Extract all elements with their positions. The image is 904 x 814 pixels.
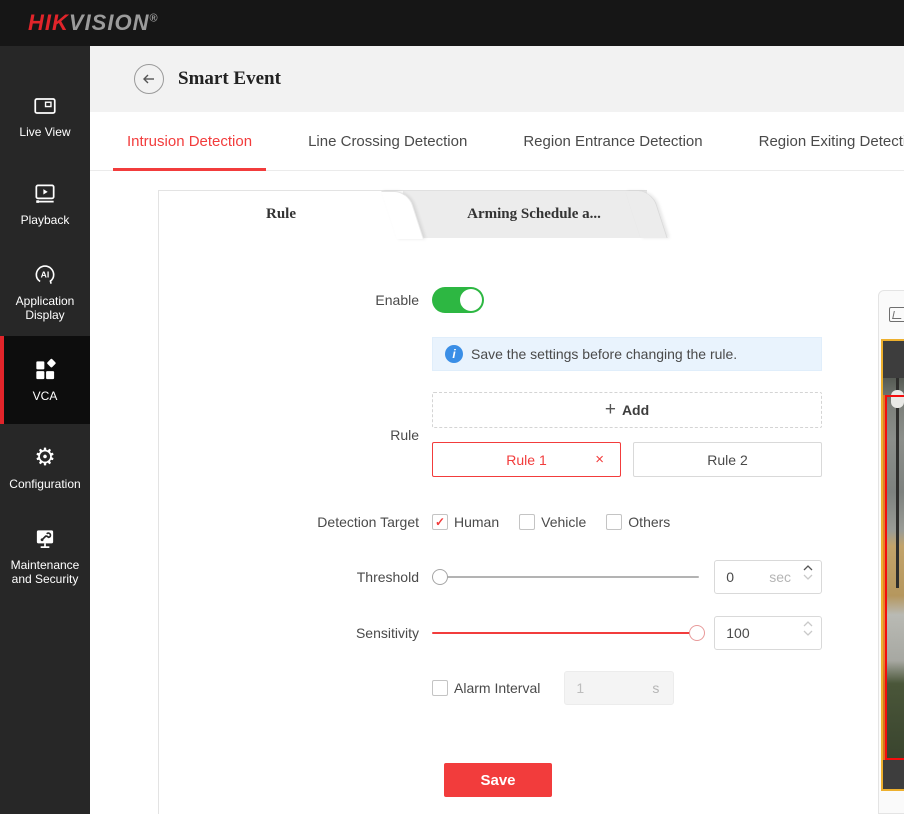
checkbox-vehicle[interactable]: Vehicle	[519, 514, 586, 530]
smart-event-tabbar: Intrusion Detection Line Crossing Detect…	[90, 112, 904, 171]
threshold-row: Threshold sec	[159, 560, 904, 594]
threshold-unit: sec	[769, 569, 791, 585]
sidebar-item-application-display[interactable]: AI Application Display	[0, 248, 90, 336]
spinner-down-icon[interactable]	[803, 630, 813, 636]
sidebar-item-label: Live View	[17, 125, 72, 139]
slider-track	[432, 576, 699, 578]
enable-label: Enable	[159, 292, 432, 308]
checkbox-unchecked	[606, 514, 622, 530]
spinner-up-icon[interactable]	[803, 621, 813, 627]
preview-toolbar	[879, 291, 904, 337]
live-view-icon	[32, 93, 58, 119]
threshold-input[interactable]	[715, 569, 767, 585]
add-rule-button[interactable]: + Add	[432, 392, 822, 428]
vca-icon	[32, 357, 58, 383]
info-message: Save the settings before changing the ru…	[471, 346, 737, 362]
logo-registered-mark: ®	[149, 13, 158, 25]
content-area: Rule Arming Schedule a... Enable i Save …	[90, 171, 904, 814]
toggle-knob	[460, 289, 482, 311]
sensitivity-row: Sensitivity	[159, 616, 904, 650]
tab-region-entrance-detection[interactable]: Region Entrance Detection	[509, 112, 716, 170]
info-icon: i	[445, 345, 463, 363]
rule-form: Enable i Save the settings before changi…	[159, 238, 904, 797]
threshold-label: Threshold	[159, 569, 432, 585]
alarm-interval-input[interactable]	[565, 680, 617, 696]
tab-intrusion-detection[interactable]: Intrusion Detection	[113, 112, 266, 170]
rule-2-button[interactable]: Rule 2	[633, 442, 822, 477]
logo-hik: HIK	[28, 10, 69, 35]
plus-icon: +	[605, 399, 616, 421]
playback-icon	[32, 181, 58, 207]
checkbox-unchecked	[519, 514, 535, 530]
sidebar-item-label: Application Display	[0, 294, 90, 322]
tab-rule[interactable]: Rule	[159, 190, 403, 238]
enable-row: Enable	[159, 287, 904, 313]
sensitivity-slider-handle[interactable]	[689, 625, 705, 641]
sidebar-item-configuration[interactable]: ⚙ Configuration	[0, 424, 90, 512]
alarm-interval-unit: s	[652, 680, 659, 696]
slider-fill	[432, 632, 699, 634]
sidebar-item-label: Playback	[19, 213, 72, 227]
sidebar-item-live-view[interactable]: Live View	[0, 72, 90, 160]
draw-region-icon[interactable]	[889, 307, 904, 322]
threshold-spinner	[803, 565, 813, 580]
info-message-box: i Save the settings before changing the …	[432, 337, 822, 371]
tab-arming-schedule[interactable]: Arming Schedule a...	[403, 190, 647, 238]
maintenance-icon	[32, 526, 58, 552]
back-arrow-icon	[141, 71, 157, 87]
checkbox-unchecked	[432, 680, 448, 696]
sensitivity-input[interactable]	[715, 625, 767, 641]
tab-region-exiting-detection[interactable]: Region Exiting Detection	[745, 112, 904, 170]
save-button[interactable]: Save	[444, 763, 552, 797]
close-icon[interactable]: ×	[595, 451, 604, 468]
configuration-gear-icon: ⚙	[32, 445, 58, 471]
intrusion-region-rectangle[interactable]	[885, 395, 904, 760]
rule-1-button[interactable]: Rule 1 ×	[432, 442, 621, 477]
sidebar-item-label: Maintenance and Security	[0, 558, 90, 586]
sidebar: Live View Playback AI Application Displa…	[0, 46, 90, 814]
checkbox-checked-icon: ✓	[432, 514, 448, 530]
tab-line-crossing-detection[interactable]: Line Crossing Detection	[294, 112, 481, 170]
application-display-icon: AI	[32, 262, 58, 288]
svg-text:AI: AI	[41, 270, 50, 280]
threshold-input-box: sec	[714, 560, 822, 594]
sensitivity-input-box	[714, 616, 822, 650]
detection-target-label: Detection Target	[159, 514, 432, 530]
checkbox-alarm-interval[interactable]: Alarm Interval	[432, 680, 540, 696]
checkbox-human[interactable]: ✓ Human	[432, 514, 499, 530]
alarm-interval-input-box: s	[564, 671, 674, 705]
spinner-up-icon[interactable]	[803, 565, 813, 571]
logo-vision: VISION	[69, 10, 150, 35]
sensitivity-slider[interactable]	[432, 625, 699, 641]
rule-buttons: Rule 1 × Rule 2	[432, 442, 822, 477]
sidebar-item-label: VCA	[31, 389, 60, 403]
sensitivity-label: Sensitivity	[159, 625, 432, 641]
sidebar-item-vca[interactable]: VCA	[0, 336, 90, 424]
video-preview[interactable]	[881, 339, 904, 791]
threshold-slider-handle[interactable]	[432, 569, 448, 585]
alarm-interval-row: Alarm Interval s	[159, 671, 904, 705]
sidebar-item-maintenance-and-security[interactable]: Maintenance and Security	[0, 512, 90, 600]
sidebar-item-playback[interactable]: Playback	[0, 160, 90, 248]
detection-target-row: Detection Target ✓ Human Vehicle Others	[159, 514, 904, 530]
info-row: i Save the settings before changing the …	[159, 313, 904, 371]
checkbox-others[interactable]: Others	[606, 514, 670, 530]
rule-label: Rule	[159, 427, 432, 443]
enable-toggle[interactable]	[432, 287, 484, 313]
hikvision-logo: HIKVISION®	[28, 10, 159, 36]
spinner-down-icon[interactable]	[803, 574, 813, 580]
sensitivity-spinner	[803, 621, 813, 636]
page-title: Smart Event	[178, 68, 281, 90]
page-header: Smart Event	[90, 46, 904, 112]
back-button[interactable]	[134, 64, 164, 94]
threshold-slider[interactable]	[432, 569, 699, 585]
sidebar-item-label: Configuration	[7, 477, 82, 491]
top-bar: HIKVISION®	[0, 0, 904, 46]
rule-tab-strip: Rule Arming Schedule a...	[159, 190, 904, 238]
rule-panel: Rule Arming Schedule a... Enable i Save …	[158, 190, 904, 814]
video-preview-card	[878, 290, 904, 814]
rule-row: Rule + Add Rule 1 × Rule 2	[159, 392, 904, 477]
